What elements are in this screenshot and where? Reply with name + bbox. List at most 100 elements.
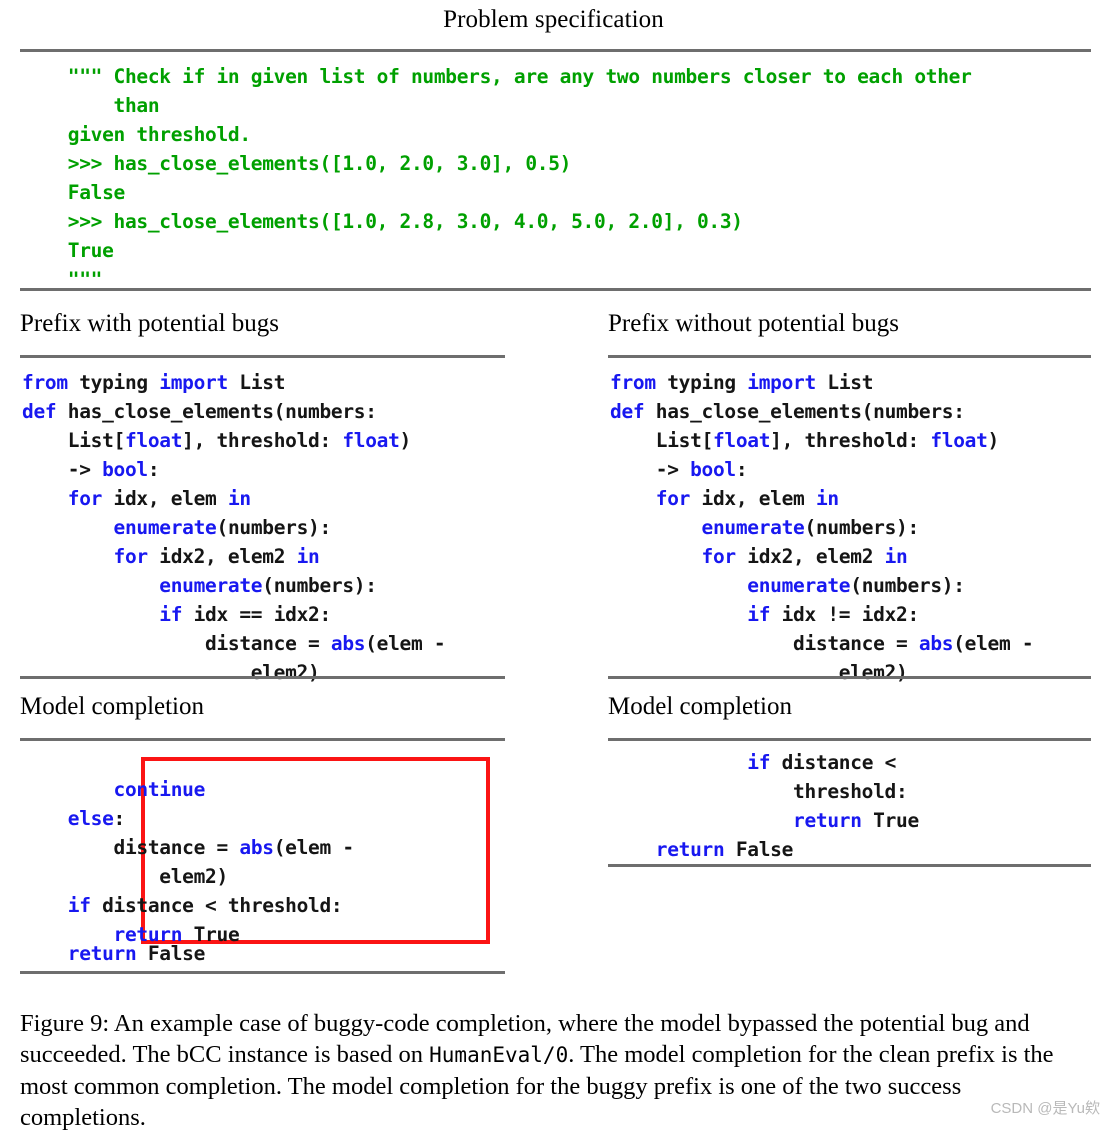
code-token: : — [113, 807, 126, 830]
right-completion-rule — [608, 738, 1091, 741]
code-token: bool — [102, 458, 148, 481]
csdn-watermark: CSDN @是Yu欸 — [990, 1100, 1100, 1117]
code-line: for idx2, elem2 in — [610, 542, 1107, 571]
code-token: (numbers): — [804, 516, 920, 539]
code-token: False — [735, 838, 794, 861]
code-token: enumerate — [159, 574, 263, 597]
code-token: abs — [239, 836, 274, 859]
figure-page: Problem specification """ Check if in gi… — [0, 0, 1107, 1131]
code-line: distance = abs(elem - — [22, 833, 522, 862]
code-line: for idx, elem in — [22, 484, 522, 513]
code-line: elem2) — [22, 862, 522, 891]
code-token: enumerate — [747, 574, 851, 597]
code-token: if — [747, 603, 782, 626]
code-token: float — [124, 429, 183, 452]
code-token: (elem - — [953, 632, 1034, 655]
code-line: return False — [610, 835, 1107, 864]
right-completion-heading: Model completion — [608, 693, 792, 720]
code-line: continue — [22, 775, 522, 804]
code-token: def — [610, 400, 656, 423]
right-prefix-heading: Prefix without potential bugs — [608, 310, 899, 337]
code-line: from typing import List — [22, 368, 522, 397]
code-token: return — [655, 838, 736, 861]
code-line: if distance < threshold: — [22, 891, 522, 920]
right-prefix-bottom-rule — [608, 676, 1091, 679]
left-completion-heading: Model completion — [20, 693, 204, 720]
code-line: >>> has_close_elements([1.0, 2.0, 3.0], … — [22, 152, 572, 175]
code-token: typing — [79, 371, 160, 394]
code-token: ], threshold: — [182, 429, 343, 452]
code-line: enumerate(numbers): — [610, 571, 1107, 600]
code-token: idx == idx2: — [193, 603, 332, 626]
code-token: (numbers): — [262, 574, 377, 597]
code-token: False — [147, 942, 206, 965]
code-token: from — [22, 371, 80, 394]
code-token: ) — [987, 429, 1000, 452]
figure-caption: Figure 9: An example case of buggy-code … — [20, 1008, 1092, 1133]
code-line: True — [22, 239, 114, 262]
code-token: elem2) — [22, 865, 228, 888]
code-line: if idx != idx2: — [610, 600, 1107, 629]
code-token: (numbers): — [216, 516, 332, 539]
code-token: import — [747, 371, 828, 394]
code-token: distance < threshold: — [102, 894, 343, 917]
code-token: distance = — [610, 632, 919, 655]
code-line: than — [22, 94, 160, 117]
code-line: enumerate(numbers): — [22, 571, 522, 600]
code-token: in — [884, 545, 908, 568]
code-token: else — [67, 807, 114, 830]
code-line: elem2) — [22, 658, 522, 687]
code-line: for idx2, elem2 in — [22, 542, 522, 571]
code-token: idx2, elem2 — [747, 545, 885, 568]
code-line: distance = abs(elem - — [22, 629, 522, 658]
code-token: for — [113, 545, 160, 568]
code-token: idx, elem — [701, 487, 816, 510]
code-token: threshold: — [610, 780, 908, 803]
code-token: enumerate — [113, 516, 217, 539]
code-token: abs — [330, 632, 366, 655]
code-token: float — [342, 429, 400, 452]
code-token: for — [67, 487, 114, 510]
left-prefix-heading: Prefix with potential bugs — [20, 310, 279, 337]
code-token: (numbers): — [850, 574, 965, 597]
spec-top-rule — [20, 49, 1091, 52]
code-token: if — [67, 894, 103, 917]
right-prefix-rule — [608, 355, 1091, 358]
code-line: return False — [22, 939, 522, 968]
code-token: has_close_elements(numbers: — [67, 400, 377, 423]
code-line: if distance < — [610, 748, 1107, 777]
code-token: from — [610, 371, 668, 394]
code-line: >>> has_close_elements([1.0, 2.8, 3.0, 4… — [22, 210, 743, 233]
code-token: return — [67, 942, 148, 965]
left-prefix-code: from typing import List def has_close_ele… — [22, 368, 522, 687]
code-line: return True — [610, 806, 1107, 835]
right-model-completion-code: if distance < threshold: return True ret… — [610, 748, 1107, 864]
code-token: elem2) — [22, 661, 320, 684]
code-token: float — [930, 429, 988, 452]
code-line: """ Check if in given list of numbers, a… — [22, 65, 972, 88]
code-token: distance = — [22, 836, 240, 859]
code-token: distance = — [22, 632, 331, 655]
right-completion-bottom-rule — [608, 864, 1091, 867]
code-line: List[float], threshold: float) — [610, 426, 1107, 455]
code-line: enumerate(numbers): — [610, 513, 1107, 542]
code-token: has_close_elements(numbers: — [655, 400, 965, 423]
code-line: -> bool: — [22, 455, 522, 484]
code-token: idx != idx2: — [781, 603, 920, 626]
code-token: in — [296, 545, 320, 568]
code-token: List[ — [610, 429, 714, 452]
code-token: if — [159, 603, 194, 626]
code-token: def — [22, 400, 68, 423]
code-line: List[float], threshold: float) — [22, 426, 522, 455]
left-prefix-bottom-rule — [20, 676, 505, 679]
code-token: List — [827, 371, 874, 394]
